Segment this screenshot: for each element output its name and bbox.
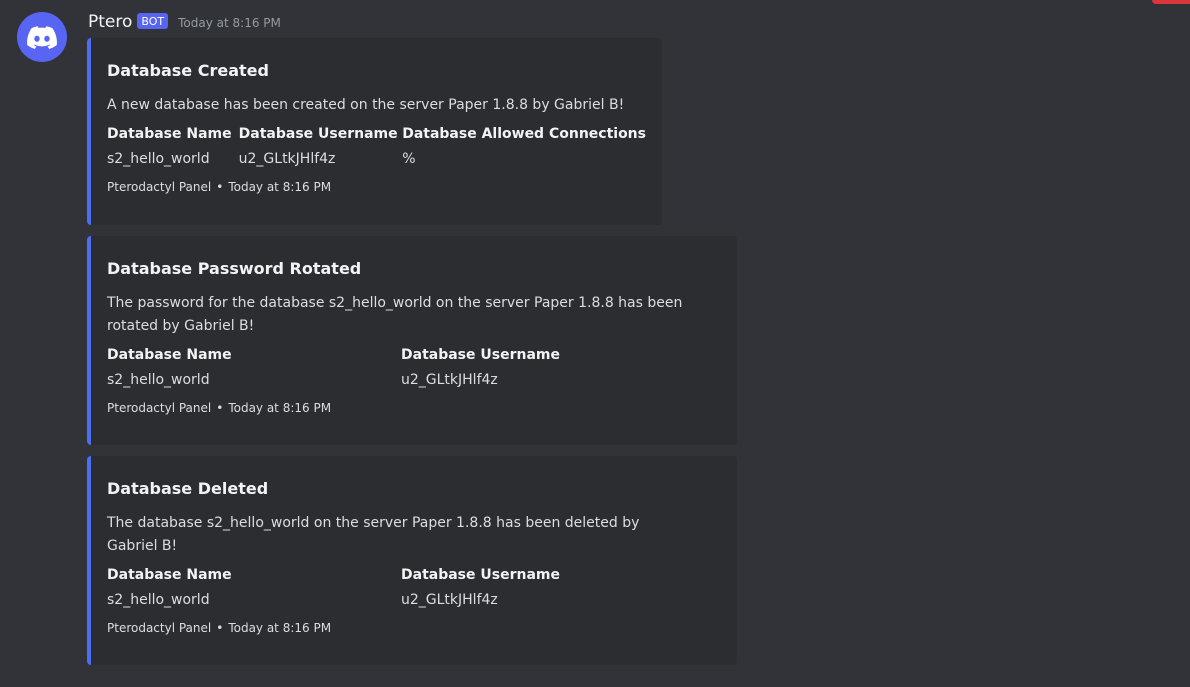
embed-fields: Database Name s2_hello_world Database Us…	[107, 565, 721, 610]
field-database-username: Database Username u2_GLtkJHlf4z	[401, 565, 560, 610]
embed-footer: Pterodactyl Panel • Today at 8:16 PM	[107, 179, 646, 195]
field-value: u2_GLtkJHlf4z	[238, 151, 336, 167]
message-timestamp[interactable]: Today at 8:16 PM	[178, 16, 281, 30]
avatar[interactable]	[17, 12, 67, 62]
field-value: u2_GLtkJHlf4z	[401, 372, 498, 388]
field-database-username: Database Username u2_GLtkJHlf4z	[239, 124, 403, 169]
footer-separator: •	[216, 621, 224, 635]
embed-title: Database Password Rotated	[107, 259, 362, 278]
chat-message: Ptero BOT Today at 8:16 PM Database Crea…	[0, 0, 1190, 687]
embed-footer: Pterodactyl Panel • Today at 8:16 PM	[107, 400, 721, 416]
footer-timestamp[interactable]: Today at 8:16 PM	[228, 621, 331, 635]
footer-separator: •	[216, 180, 224, 194]
field-name: Database Username	[401, 347, 560, 363]
embed-description: A new database has been created on the s…	[107, 97, 625, 113]
bot-badge: BOT	[137, 13, 169, 29]
embed-fields: Database Name s2_hello_world Database Us…	[107, 345, 721, 390]
field-value: u2_GLtkJHlf4z	[401, 592, 498, 608]
embed-password-rotated: Database Password Rotated The password f…	[87, 236, 737, 445]
field-name: Database Username	[401, 567, 560, 583]
footer-separator: •	[216, 401, 224, 415]
embed-footer: Pterodactyl Panel • Today at 8:16 PM	[107, 620, 721, 636]
embed-database-deleted: Database Deleted The database s2_hello_w…	[87, 456, 737, 665]
field-database-name: Database Name s2_hello_world	[107, 345, 401, 390]
field-name: Database Allowed Connections	[402, 126, 646, 142]
footer-timestamp[interactable]: Today at 8:16 PM	[228, 401, 331, 415]
field-name: Database Name	[107, 347, 232, 363]
embed-title: Database Created	[107, 61, 269, 80]
field-allowed-connections: Database Allowed Connections %	[402, 124, 646, 169]
field-database-name: Database Name s2_hello_world	[107, 565, 401, 610]
field-name: Database Name	[107, 126, 232, 142]
field-value: s2_hello_world	[107, 151, 210, 167]
field-name: Database Username	[238, 126, 398, 142]
field-database-username: Database Username u2_GLtkJHlf4z	[401, 345, 560, 390]
embed-database-created: Database Created A new database has been…	[87, 38, 662, 225]
field-value: s2_hello_world	[107, 592, 210, 608]
author-name[interactable]: Ptero	[88, 12, 132, 32]
field-database-name: Database Name s2_hello_world	[107, 124, 239, 169]
field-value: s2_hello_world	[107, 372, 210, 388]
field-value: %	[402, 151, 416, 167]
footer-timestamp[interactable]: Today at 8:16 PM	[228, 180, 331, 194]
footer-source: Pterodactyl Panel	[107, 621, 212, 635]
footer-source: Pterodactyl Panel	[107, 180, 212, 194]
message-header: Ptero BOT Today at 8:16 PM	[88, 10, 281, 34]
footer-source: Pterodactyl Panel	[107, 401, 212, 415]
embed-description: The database s2_hello_world on the serve…	[107, 515, 640, 554]
embed-fields: Database Name s2_hello_world Database Us…	[107, 124, 646, 169]
discord-logo-icon	[27, 25, 57, 49]
field-name: Database Name	[107, 567, 232, 583]
embed-description: The password for the database s2_hello_w…	[107, 295, 683, 334]
embed-title: Database Deleted	[107, 479, 269, 498]
